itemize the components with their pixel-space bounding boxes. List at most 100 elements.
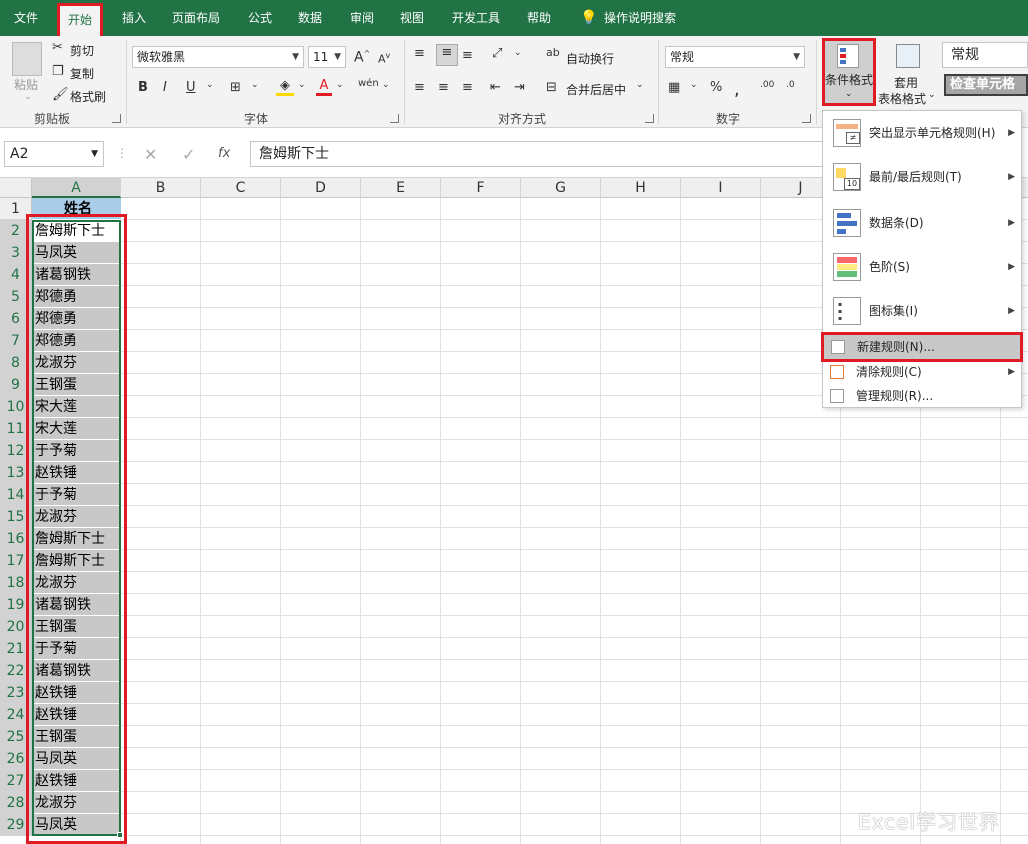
- table-cell[interactable]: 赵铁锤: [32, 462, 121, 484]
- merge-center-button[interactable]: 合并后居中: [566, 81, 626, 98]
- row-header[interactable]: 12: [0, 440, 32, 462]
- cell-style-check-cell[interactable]: 检查单元格: [944, 74, 1028, 96]
- enter-icon[interactable]: ✓: [182, 145, 195, 164]
- row-header[interactable]: 15: [0, 506, 32, 528]
- row-header[interactable]: 24: [0, 704, 32, 726]
- comma-icon[interactable]: ,: [734, 79, 740, 100]
- tell-me-search[interactable]: 操作说明搜索: [604, 0, 676, 36]
- number-launcher-icon[interactable]: [802, 114, 811, 123]
- row-header[interactable]: 4: [0, 264, 32, 286]
- row-header[interactable]: 7: [0, 330, 32, 352]
- cell-style-normal[interactable]: 常规: [942, 42, 1028, 68]
- phonetic-icon[interactable]: wén: [358, 78, 379, 89]
- row-header[interactable]: 9: [0, 374, 32, 396]
- shrink-font-button[interactable]: Av: [378, 51, 390, 66]
- menu-item-manage-rules[interactable]: 管理规则(R)...: [823, 384, 1021, 408]
- chevron-down-icon[interactable]: ⌄: [690, 80, 698, 90]
- tab-file[interactable]: 文件: [14, 0, 38, 36]
- row-header[interactable]: 28: [0, 792, 32, 814]
- row-header[interactable]: 11: [0, 418, 32, 440]
- table-cell[interactable]: 詹姆斯下士: [32, 550, 121, 572]
- align-right-icon[interactable]: ≡: [462, 80, 473, 95]
- format-as-table-button[interactable]: 表格格式: [878, 90, 926, 107]
- row-header[interactable]: 13: [0, 462, 32, 484]
- chevron-down-icon[interactable]: ⌄: [206, 80, 214, 90]
- tab-developer[interactable]: 开发工具: [452, 0, 500, 36]
- table-cell[interactable]: 宋大莲: [32, 396, 121, 418]
- row-header[interactable]: 18: [0, 572, 32, 594]
- increase-decimal-icon[interactable]: .00: [760, 80, 774, 90]
- decrease-decimal-icon[interactable]: .0: [786, 80, 795, 90]
- column-header-e[interactable]: E: [361, 178, 441, 198]
- table-cell[interactable]: 郑德勇: [32, 308, 121, 330]
- fill-handle[interactable]: [117, 832, 123, 838]
- column-header-g[interactable]: G: [521, 178, 601, 198]
- row-header[interactable]: 21: [0, 638, 32, 660]
- chevron-down-icon[interactable]: ⌄: [298, 80, 306, 90]
- column-header-h[interactable]: H: [601, 178, 681, 198]
- table-cell[interactable]: 赵铁锤: [32, 682, 121, 704]
- table-cell[interactable]: 赵铁锤: [32, 770, 121, 792]
- chevron-down-icon[interactable]: ⌄: [928, 90, 936, 100]
- tab-data[interactable]: 数据: [298, 0, 322, 36]
- chevron-down-icon[interactable]: ⌄: [336, 80, 344, 90]
- row-header[interactable]: 3: [0, 242, 32, 264]
- tab-page-layout[interactable]: 页面布局: [172, 0, 220, 36]
- table-cell[interactable]: 诸葛钢铁: [32, 660, 121, 682]
- table-cell[interactable]: 郑德勇: [32, 286, 121, 308]
- row-header[interactable]: 8: [0, 352, 32, 374]
- column-header-b[interactable]: B: [121, 178, 201, 198]
- table-cell[interactable]: 诸葛钢铁: [32, 594, 121, 616]
- paste-button[interactable]: 粘贴: [14, 76, 38, 93]
- fill-color-icon[interactable]: ◈: [276, 78, 294, 96]
- number-format-combo[interactable]: 常规 ▼: [665, 46, 805, 68]
- row-header[interactable]: 27: [0, 770, 32, 792]
- row-header[interactable]: 19: [0, 594, 32, 616]
- row-header[interactable]: 10: [0, 396, 32, 418]
- cancel-icon[interactable]: ✕: [144, 145, 157, 164]
- formula-input[interactable]: 詹姆斯下士: [250, 141, 828, 167]
- table-cell[interactable]: 马凤英: [32, 814, 121, 836]
- font-name-combo[interactable]: 微软雅黑 ▼: [132, 46, 304, 68]
- row-header[interactable]: 6: [0, 308, 32, 330]
- table-cell[interactable]: 郑德勇: [32, 330, 121, 352]
- underline-button[interactable]: U: [186, 80, 196, 95]
- grow-font-button[interactable]: A^: [354, 49, 370, 66]
- table-cell[interactable]: 于予菊: [32, 638, 121, 660]
- format-as-table-icon[interactable]: [896, 44, 920, 68]
- header-cell-name[interactable]: 姓名: [32, 198, 121, 220]
- paste-icon[interactable]: [12, 42, 42, 76]
- font-launcher-icon[interactable]: [390, 114, 399, 123]
- wrap-text-button[interactable]: 自动换行: [566, 50, 614, 67]
- tab-formulas[interactable]: 公式: [248, 0, 272, 36]
- tab-home[interactable]: 开始: [56, 3, 104, 39]
- row-header[interactable]: 29: [0, 814, 32, 836]
- tab-help[interactable]: 帮助: [527, 0, 551, 36]
- format-painter-button[interactable]: 格式刷: [70, 88, 106, 105]
- tab-view[interactable]: 视图: [400, 0, 424, 36]
- table-cell[interactable]: 王钢蛋: [32, 374, 121, 396]
- alignment-launcher-icon[interactable]: [645, 114, 654, 123]
- row-header[interactable]: 14: [0, 484, 32, 506]
- column-header-a[interactable]: A: [32, 178, 121, 198]
- increase-indent-icon[interactable]: ⇥: [514, 80, 525, 95]
- cut-button[interactable]: 剪切: [70, 42, 94, 59]
- column-header-c[interactable]: C: [201, 178, 281, 198]
- border-icon[interactable]: ⊞: [230, 80, 241, 95]
- table-cell[interactable]: 龙淑芬: [32, 792, 121, 814]
- table-cell[interactable]: 马凤英: [32, 748, 121, 770]
- menu-item-data-bars[interactable]: 数据条(D) ▶: [823, 201, 1021, 245]
- table-cell[interactable]: 诸葛钢铁: [32, 264, 121, 286]
- table-cell[interactable]: 龙淑芬: [32, 506, 121, 528]
- row-header[interactable]: 25: [0, 726, 32, 748]
- font-color-icon[interactable]: A: [316, 78, 332, 96]
- table-cell[interactable]: 马凤英: [32, 242, 121, 264]
- row-header[interactable]: 22: [0, 660, 32, 682]
- column-header-d[interactable]: D: [281, 178, 361, 198]
- orientation-icon[interactable]: ⤢: [492, 46, 502, 61]
- row-header[interactable]: 5: [0, 286, 32, 308]
- decrease-indent-icon[interactable]: ⇤: [490, 80, 501, 95]
- row-header[interactable]: 16: [0, 528, 32, 550]
- tab-insert[interactable]: 插入: [122, 0, 146, 36]
- column-header-i[interactable]: I: [681, 178, 761, 198]
